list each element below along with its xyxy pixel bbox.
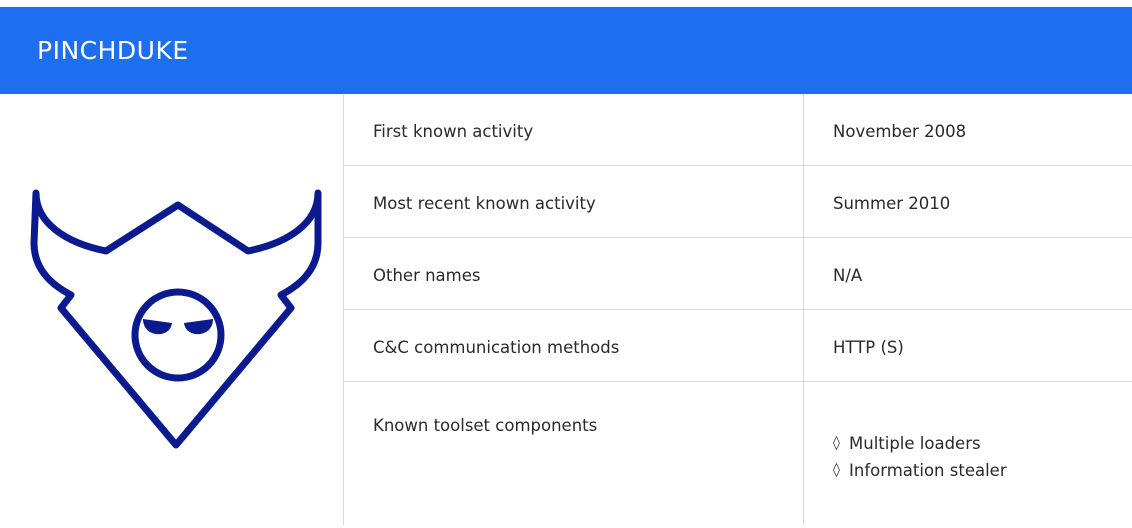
components-list: ◊ Multiple loaders ◊ Information stealer <box>833 430 1007 484</box>
header-bar: PINCHDUKE <box>0 7 1132 94</box>
info-table: First known activity November 2008 Most … <box>344 94 1132 528</box>
row-value-other-names: N/A <box>833 266 863 285</box>
list-item: ◊ Multiple loaders <box>833 430 1007 457</box>
row-value-recent-activity: Summer 2010 <box>833 194 951 213</box>
row-label-recent-activity: Most recent known activity <box>373 194 596 213</box>
lozenge-bullet-icon: ◊ <box>833 462 840 478</box>
row-value-cc-methods: HTTP (S) <box>833 338 904 357</box>
row-label-first-activity: First known activity <box>373 122 534 141</box>
page-title: PINCHDUKE <box>37 36 189 65</box>
lozenge-bullet-icon: ◊ <box>833 435 840 451</box>
component-item: Multiple loaders <box>849 434 981 453</box>
table-row: Known toolset components ◊ Multiple load… <box>344 382 1132 528</box>
list-item: ◊ Information stealer <box>833 457 1007 484</box>
row-label-cc-methods: C&C communication methods <box>373 338 620 357</box>
column-divider <box>803 94 804 525</box>
devil-shield-face-icon <box>30 189 322 449</box>
component-item: Information stealer <box>849 461 1007 480</box>
row-value-first-activity: November 2008 <box>833 122 967 141</box>
row-label-other-names: Other names <box>373 266 481 285</box>
row-label-components: Known toolset components <box>373 416 598 435</box>
table-row: C&C communication methods HTTP (S) <box>344 310 1132 382</box>
table-row: Most recent known activity Summer 2010 <box>344 166 1132 238</box>
table-row: First known activity November 2008 <box>344 94 1132 166</box>
table-row: Other names N/A <box>344 238 1132 310</box>
